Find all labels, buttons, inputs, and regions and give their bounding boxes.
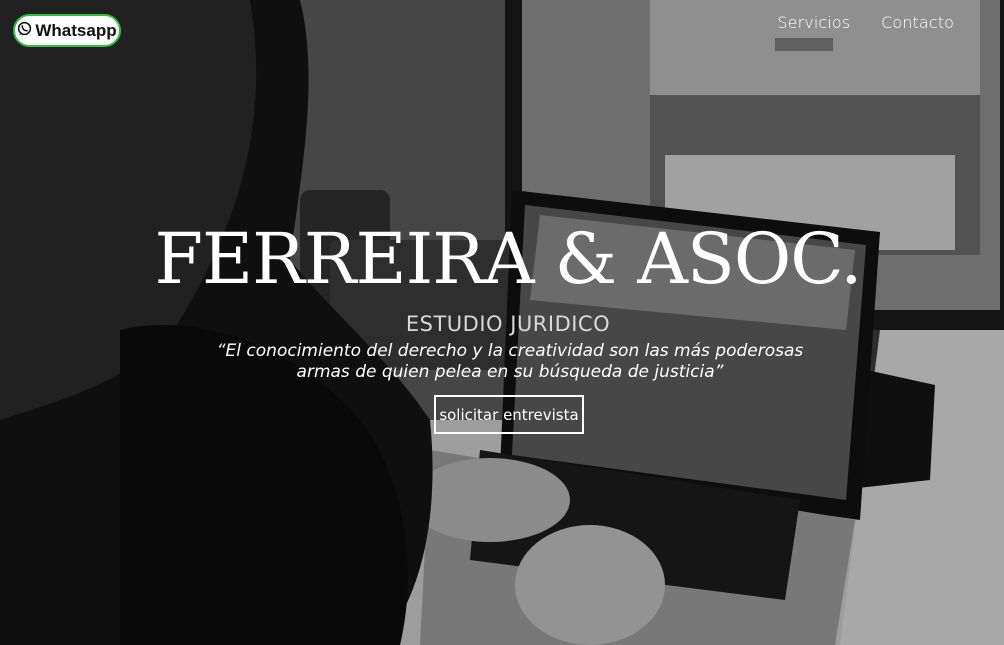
nav-item-servicios[interactable]: Servicios <box>777 13 850 32</box>
brand-title: FERREIRA & ASOC. <box>154 218 862 300</box>
top-nav: Servicios Contacto <box>777 13 954 32</box>
whatsapp-label: Whatsapp <box>35 20 117 40</box>
whatsapp-button[interactable]: Whatsapp <box>13 14 121 47</box>
brand-subtitle: ESTUDIO JURIDICO <box>405 312 611 336</box>
request-interview-button[interactable]: solicitar entrevista <box>434 395 584 434</box>
nav-item-contacto[interactable]: Contacto <box>881 13 954 32</box>
quote-line-1: “El conocimiento del derecho y la creati… <box>216 341 804 361</box>
quote-line-2: armas de quien pelea en su búsqueda de j… <box>296 362 724 382</box>
whatsapp-icon <box>17 21 32 41</box>
hero-quote: “El conocimiento del derecho y la creati… <box>200 341 820 383</box>
